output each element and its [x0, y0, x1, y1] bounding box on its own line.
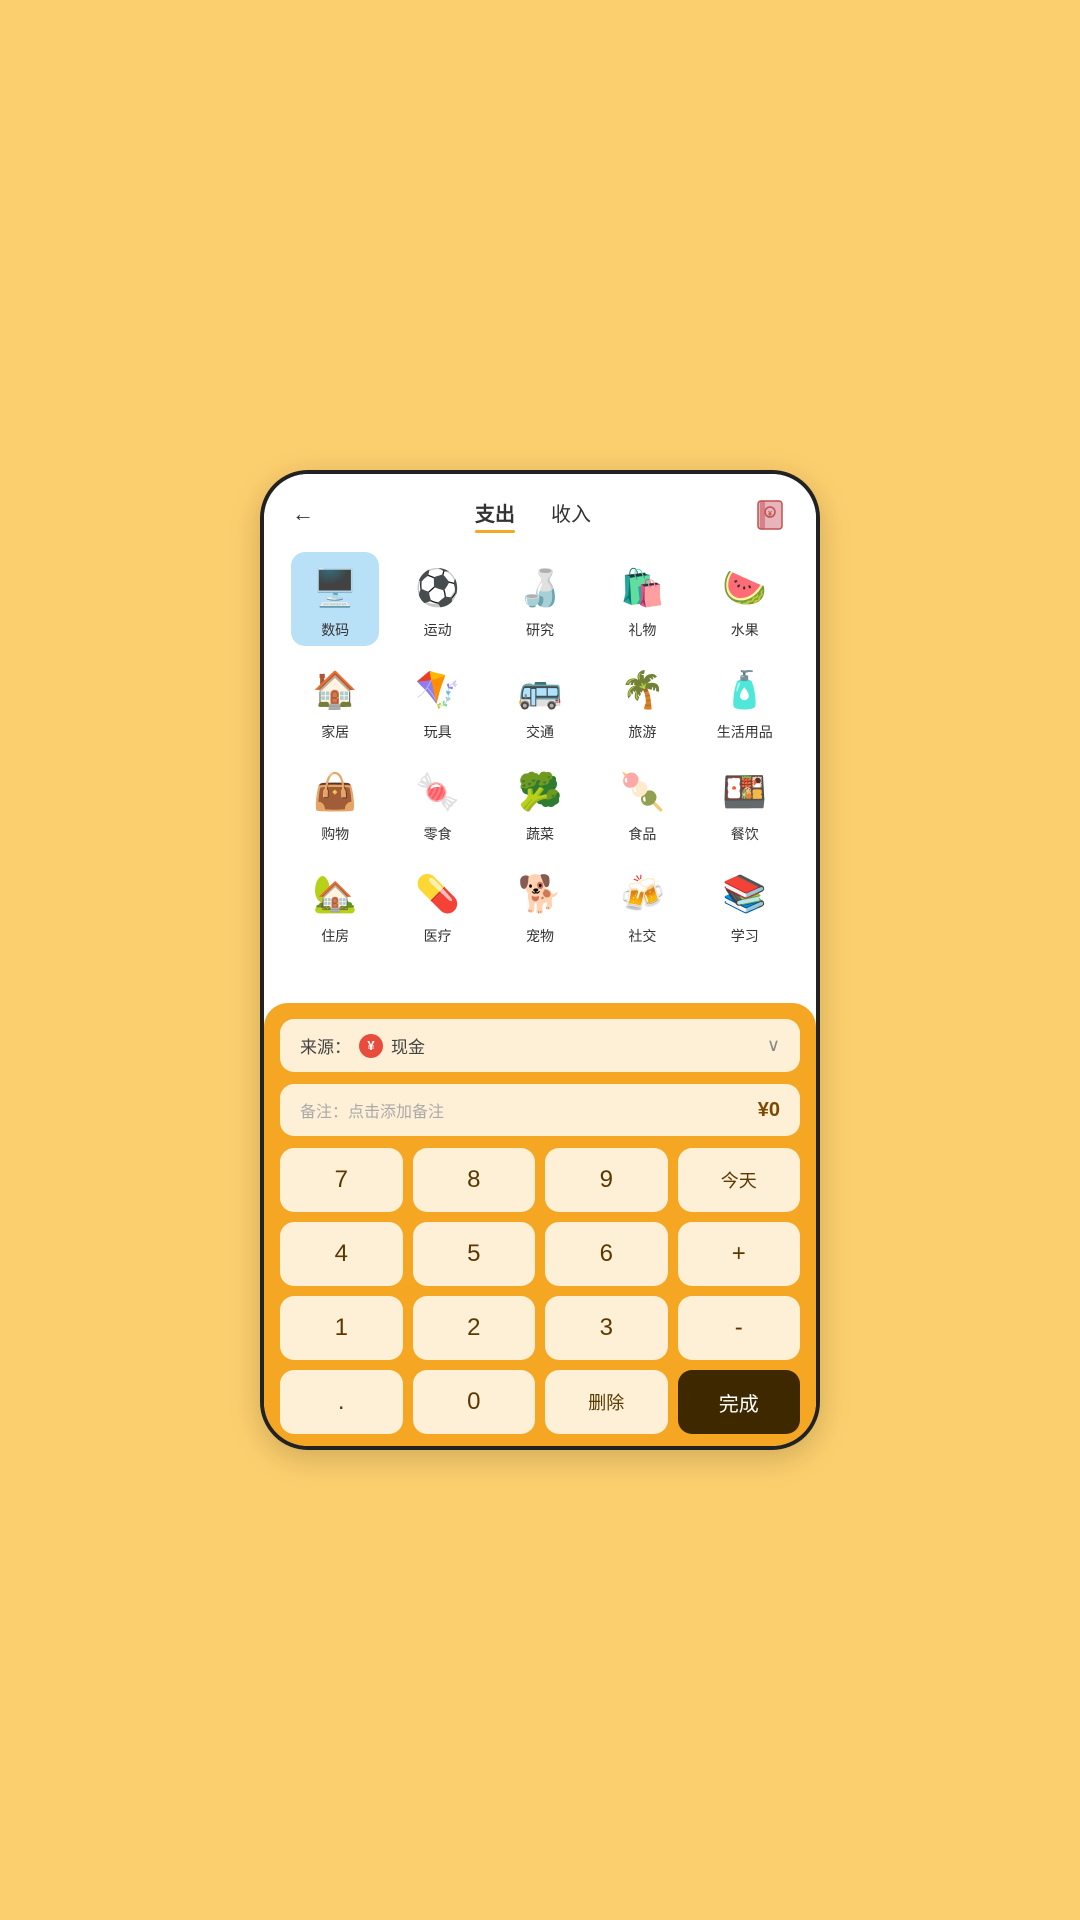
- social-icon: 🍻: [614, 866, 670, 922]
- cat-item-social[interactable]: 🍻 社交: [598, 858, 686, 952]
- pet-label: 宠物: [526, 926, 554, 946]
- key-1[interactable]: 1: [280, 1296, 403, 1360]
- sports-icon: ⚽: [410, 560, 466, 616]
- calculator-panel: 来源： ¥ 现金 ∨ 备注：点击添加备注 ¥0 789今天 456+123-.0删…: [264, 1003, 816, 1446]
- cat-item-travel[interactable]: 🌴 旅游: [598, 654, 686, 748]
- key-3[interactable]: 3: [545, 1296, 668, 1360]
- dining-label: 餐饮: [731, 824, 759, 844]
- study-icon: 📚: [717, 866, 773, 922]
- cat-item-daily[interactable]: 🧴 生活用品: [701, 654, 789, 748]
- travel-label: 旅游: [628, 722, 656, 742]
- key-.[interactable]: .: [280, 1370, 403, 1434]
- shopping-label: 购物: [321, 824, 349, 844]
- gift-icon: 🛍️: [614, 560, 670, 616]
- key-8[interactable]: 8: [413, 1148, 536, 1212]
- note-placeholder: 备注：点击添加备注: [300, 1098, 444, 1122]
- cat-item-medical[interactable]: 💊 医疗: [394, 858, 482, 952]
- vegetable-icon: 🥦: [512, 764, 568, 820]
- cat-item-pet[interactable]: 🐕 宠物: [496, 858, 584, 952]
- cat-item-digital[interactable]: 🖥️ 数码: [291, 552, 379, 646]
- daily-icon: 🧴: [717, 662, 773, 718]
- medical-icon: 💊: [410, 866, 466, 922]
- food-icon: 🍡: [614, 764, 670, 820]
- chevron-down-icon: ∨: [767, 1035, 780, 1056]
- dining-icon: 🍱: [717, 764, 773, 820]
- housing-label: 住房: [321, 926, 349, 946]
- svg-text:¥: ¥: [768, 511, 772, 518]
- key-4[interactable]: 4: [280, 1222, 403, 1286]
- key-6[interactable]: 6: [545, 1222, 668, 1286]
- source-label: 来源：: [300, 1033, 351, 1058]
- note-field[interactable]: 备注：点击添加备注 ¥0: [280, 1084, 800, 1136]
- medical-label: 医疗: [424, 926, 452, 946]
- daily-label: 生活用品: [717, 722, 773, 742]
- housing-icon: 🏡: [307, 866, 363, 922]
- cat-item-research[interactable]: 🍶 研究: [496, 552, 584, 646]
- digital-icon: 🖥️: [307, 560, 363, 616]
- snack-icon: 🍬: [410, 764, 466, 820]
- key-今天[interactable]: 今天: [678, 1148, 801, 1212]
- header: ← 支出 收入 ¥: [264, 474, 816, 542]
- cat-item-home[interactable]: 🏠 家居: [291, 654, 379, 748]
- toys-icon: 🪁: [410, 662, 466, 718]
- key-完成[interactable]: 完成: [678, 1370, 801, 1434]
- cat-item-dining[interactable]: 🍱 餐饮: [701, 756, 789, 850]
- tab-income[interactable]: 收入: [551, 498, 591, 531]
- sports-label: 运动: [424, 620, 452, 640]
- fruit-icon: 🍉: [717, 560, 773, 616]
- key-+[interactable]: +: [678, 1222, 801, 1286]
- shopping-icon: 👜: [307, 764, 363, 820]
- yuan-badge: ¥: [359, 1034, 383, 1058]
- cat-item-fruit[interactable]: 🍉 水果: [701, 552, 789, 646]
- key--[interactable]: -: [678, 1296, 801, 1360]
- cat-item-transport[interactable]: 🚌 交通: [496, 654, 584, 748]
- header-tabs: 支出 收入: [314, 498, 752, 531]
- home-icon: 🏠: [307, 662, 363, 718]
- category-row: 🖥️ 数码 ⚽ 运动 🍶 研究 🛍️ 礼物 🍉 水果: [284, 552, 796, 646]
- vegetable-label: 蔬菜: [526, 824, 554, 844]
- food-label: 食品: [628, 824, 656, 844]
- key-0[interactable]: 0: [413, 1370, 536, 1434]
- source-selector[interactable]: 来源： ¥ 现金 ∨: [280, 1019, 800, 1072]
- category-grid: 🖥️ 数码 ⚽ 运动 🍶 研究 🛍️ 礼物 🍉 水果 🏠 家居 🪁 玩具 🚌 交通 🌴 旅游 🧴 生活用品 👜 购物 🍬 零食…: [264, 542, 816, 1003]
- key-删除[interactable]: 删除: [545, 1370, 668, 1434]
- study-label: 学习: [731, 926, 759, 946]
- research-icon: 🍶: [512, 560, 568, 616]
- category-row: 🏡 住房 💊 医疗 🐕 宠物 🍻 社交 📚 学习: [284, 858, 796, 952]
- snack-label: 零食: [424, 824, 452, 844]
- cat-item-housing[interactable]: 🏡 住房: [291, 858, 379, 952]
- fruit-label: 水果: [731, 620, 759, 640]
- category-row: 👜 购物 🍬 零食 🥦 蔬菜 🍡 食品 🍱 餐饮: [284, 756, 796, 850]
- transport-label: 交通: [526, 722, 554, 742]
- source-name: 现金: [391, 1033, 425, 1058]
- phone-frame: ← 支出 收入 ¥ 🖥️ 数码 ⚽ 运动 🍶 研究 🛍️ 礼物 🍉 水果 🏠 家居 🪁 玩具 🚌 交通 🌴 旅游 🧴…: [260, 470, 820, 1450]
- digital-label: 数码: [321, 620, 349, 640]
- back-button[interactable]: ←: [292, 501, 314, 527]
- key-7[interactable]: 7: [280, 1148, 403, 1212]
- key-9[interactable]: 9: [545, 1148, 668, 1212]
- keypad: 789今天 456+123-.0删除完成: [280, 1148, 800, 1434]
- cat-item-snack[interactable]: 🍬 零食: [394, 756, 482, 850]
- cat-item-food[interactable]: 🍡 食品: [598, 756, 686, 850]
- cat-item-vegetable[interactable]: 🥦 蔬菜: [496, 756, 584, 850]
- social-label: 社交: [628, 926, 656, 946]
- travel-icon: 🌴: [614, 662, 670, 718]
- cat-item-gift[interactable]: 🛍️ 礼物: [598, 552, 686, 646]
- tab-expense[interactable]: 支出: [475, 498, 515, 531]
- pet-icon: 🐕: [512, 866, 568, 922]
- transport-icon: 🚌: [512, 662, 568, 718]
- cat-item-shopping[interactable]: 👜 购物: [291, 756, 379, 850]
- research-label: 研究: [526, 620, 554, 640]
- key-2[interactable]: 2: [413, 1296, 536, 1360]
- cat-item-study[interactable]: 📚 学习: [701, 858, 789, 952]
- gift-label: 礼物: [628, 620, 656, 640]
- toys-label: 玩具: [424, 722, 452, 742]
- book-icon[interactable]: ¥: [752, 496, 788, 532]
- home-label: 家居: [321, 722, 349, 742]
- cat-item-sports[interactable]: ⚽ 运动: [394, 552, 482, 646]
- amount-display: ¥0: [758, 1099, 780, 1122]
- category-row: 🏠 家居 🪁 玩具 🚌 交通 🌴 旅游 🧴 生活用品: [284, 654, 796, 748]
- cat-item-toys[interactable]: 🪁 玩具: [394, 654, 482, 748]
- key-5[interactable]: 5: [413, 1222, 536, 1286]
